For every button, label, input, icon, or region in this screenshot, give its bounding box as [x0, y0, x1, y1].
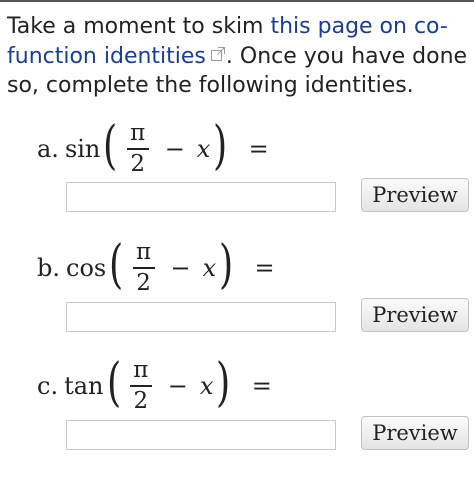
problem-letter: c. — [37, 372, 59, 400]
problem-letter: b. — [37, 254, 60, 282]
preview-button-a[interactable]: Preview — [361, 178, 469, 212]
right-paren: ) — [219, 235, 234, 295]
left-paren: ( — [109, 235, 124, 295]
fraction: π 2 — [129, 357, 152, 414]
problem-letter: a. — [37, 135, 59, 163]
answer-input-b[interactable] — [66, 302, 336, 332]
problem-c-expression: c. tan ( π 2 − x ) = — [37, 351, 272, 421]
external-link-icon — [210, 41, 226, 70]
fraction-numerator: π — [135, 239, 152, 265]
problem-b-expression: b. cos ( π 2 − x ) = — [37, 233, 275, 303]
minus-sign: − — [167, 372, 188, 400]
right-paren: ) — [216, 353, 231, 413]
variable-x: x — [199, 372, 214, 400]
answer-input-a[interactable] — [66, 182, 336, 212]
fraction-denominator: 2 — [133, 388, 149, 414]
instructions: Take a moment to skim this page on co-fu… — [7, 12, 469, 100]
fraction: π 2 — [132, 239, 155, 296]
preview-button-c[interactable]: Preview — [361, 416, 469, 450]
answer-input-c[interactable] — [66, 420, 336, 450]
variable-x: x — [202, 254, 217, 282]
minus-sign: − — [170, 254, 191, 282]
left-paren: ( — [103, 116, 118, 176]
equals-sign: = — [254, 254, 275, 282]
left-paren: ( — [106, 353, 121, 413]
equals-sign: = — [248, 135, 269, 163]
minus-sign: − — [164, 135, 185, 163]
function-name: tan — [64, 372, 104, 400]
fraction-bar — [129, 385, 152, 387]
fraction-denominator: 2 — [130, 151, 145, 177]
fraction: π 2 — [126, 120, 149, 177]
problem-a-expression: a. sin ( π 2 − x ) = — [37, 114, 269, 184]
variable-x: x — [196, 135, 211, 163]
preview-button-b[interactable]: Preview — [361, 298, 469, 332]
top-divider — [0, 0, 474, 2]
function-name: cos — [66, 254, 107, 282]
right-paren: ) — [213, 116, 228, 176]
function-name: sin — [64, 135, 101, 163]
fraction-numerator: π — [130, 120, 146, 146]
fraction-numerator: π — [133, 357, 149, 383]
fraction-bar — [126, 148, 149, 150]
instructions-text-before: Take a moment to skim — [7, 14, 271, 39]
fraction-bar — [132, 267, 155, 269]
equals-sign: = — [251, 372, 272, 400]
fraction-denominator: 2 — [136, 270, 151, 296]
